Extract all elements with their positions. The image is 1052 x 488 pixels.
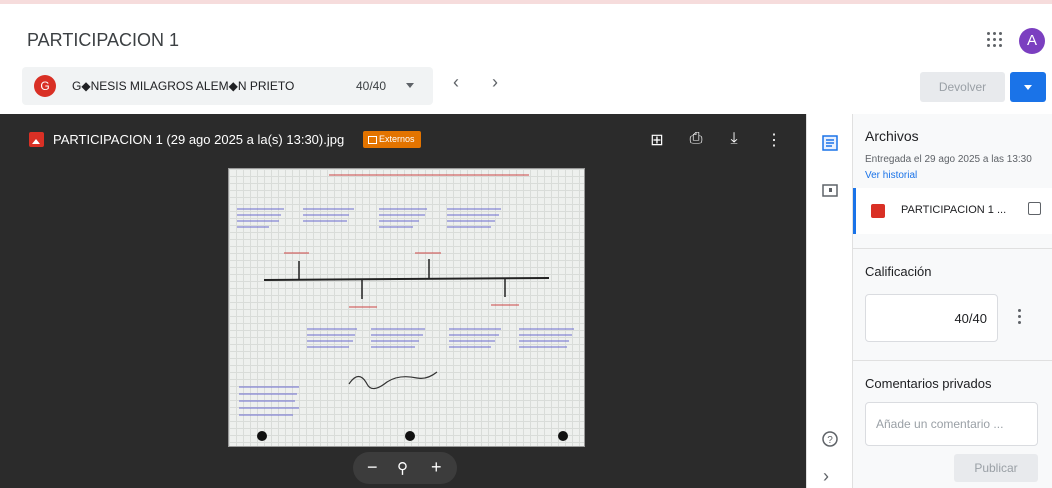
comment-input[interactable] xyxy=(876,417,1036,431)
student-grade: 40/40 xyxy=(356,79,387,93)
view-history-link[interactable]: Ver historial xyxy=(865,170,917,181)
add-comment-icon[interactable]: ⊞ xyxy=(648,130,666,150)
return-options-button[interactable] xyxy=(1010,72,1046,102)
grade-input[interactable]: 40/40 xyxy=(865,294,998,342)
attachment-name: PARTICIPACION 1 ... xyxy=(901,204,1007,216)
files-tab-icon[interactable] xyxy=(821,134,839,152)
publish-button[interactable]: Publicar xyxy=(954,454,1038,482)
private-comments-heading: Comentarios privados xyxy=(865,376,992,391)
grade-value: 40/40 xyxy=(954,311,987,326)
files-heading: Archivos xyxy=(865,128,919,144)
chevron-down-icon[interactable] xyxy=(406,83,414,88)
zoom-in-icon[interactable]: + xyxy=(431,457,442,478)
more-options-icon[interactable]: ⋮ xyxy=(765,130,783,150)
file-viewer: PARTICIPACION 1 (29 ago 2025 a la(s) 13:… xyxy=(0,114,806,488)
zoom-icon[interactable]: ⚲ xyxy=(397,459,408,477)
return-button[interactable]: Devolver xyxy=(920,72,1005,102)
divider xyxy=(853,248,1052,249)
zoom-controls: − ⚲ + xyxy=(353,452,457,484)
apps-grid-icon[interactable] xyxy=(985,30,1003,48)
previous-student-icon[interactable]: ‹ xyxy=(453,72,459,93)
collapse-panel-icon[interactable]: › xyxy=(823,466,829,487)
next-student-icon[interactable]: › xyxy=(492,72,498,93)
details-panel: Archivos Entregada el 29 ago 2025 a las … xyxy=(852,114,1052,488)
svg-text:?: ? xyxy=(827,435,833,446)
comment-field[interactable] xyxy=(865,402,1038,446)
student-selector[interactable]: G G◆NESIS MILAGROS ALEM◆N PRIETO 40/40 xyxy=(22,67,433,105)
top-accent-line xyxy=(0,0,1052,4)
submitted-date: Entregada el 29 ago 2025 a las 13:30 xyxy=(865,154,1032,165)
image-file-icon xyxy=(871,204,885,218)
viewer-file-name: PARTICIPACION 1 (29 ago 2025 a la(s) 13:… xyxy=(53,132,345,147)
print-icon[interactable]: ⎙ xyxy=(687,130,705,148)
grade-more-icon[interactable] xyxy=(1018,309,1022,327)
comments-tab-icon[interactable] xyxy=(821,182,839,200)
help-icon[interactable]: ? xyxy=(821,430,839,448)
student-name: G◆NESIS MILAGROS ALEM◆N PRIETO xyxy=(72,79,295,93)
student-avatar: G xyxy=(34,75,56,97)
zoom-out-icon[interactable]: − xyxy=(367,457,378,478)
grade-heading: Calificación xyxy=(865,264,932,279)
side-rail: ? › xyxy=(806,114,852,488)
open-external-icon[interactable] xyxy=(1028,202,1041,215)
attachment-item[interactable]: PARTICIPACION 1 ... xyxy=(853,188,1052,234)
user-avatar[interactable]: A xyxy=(1019,28,1045,54)
page-title: PARTICIPACION 1 xyxy=(27,30,180,50)
download-icon[interactable]: ⤓ xyxy=(725,130,743,148)
external-badge: Externos xyxy=(363,131,421,148)
submission-photo xyxy=(228,168,585,447)
image-file-icon xyxy=(29,132,44,147)
divider xyxy=(853,360,1052,361)
